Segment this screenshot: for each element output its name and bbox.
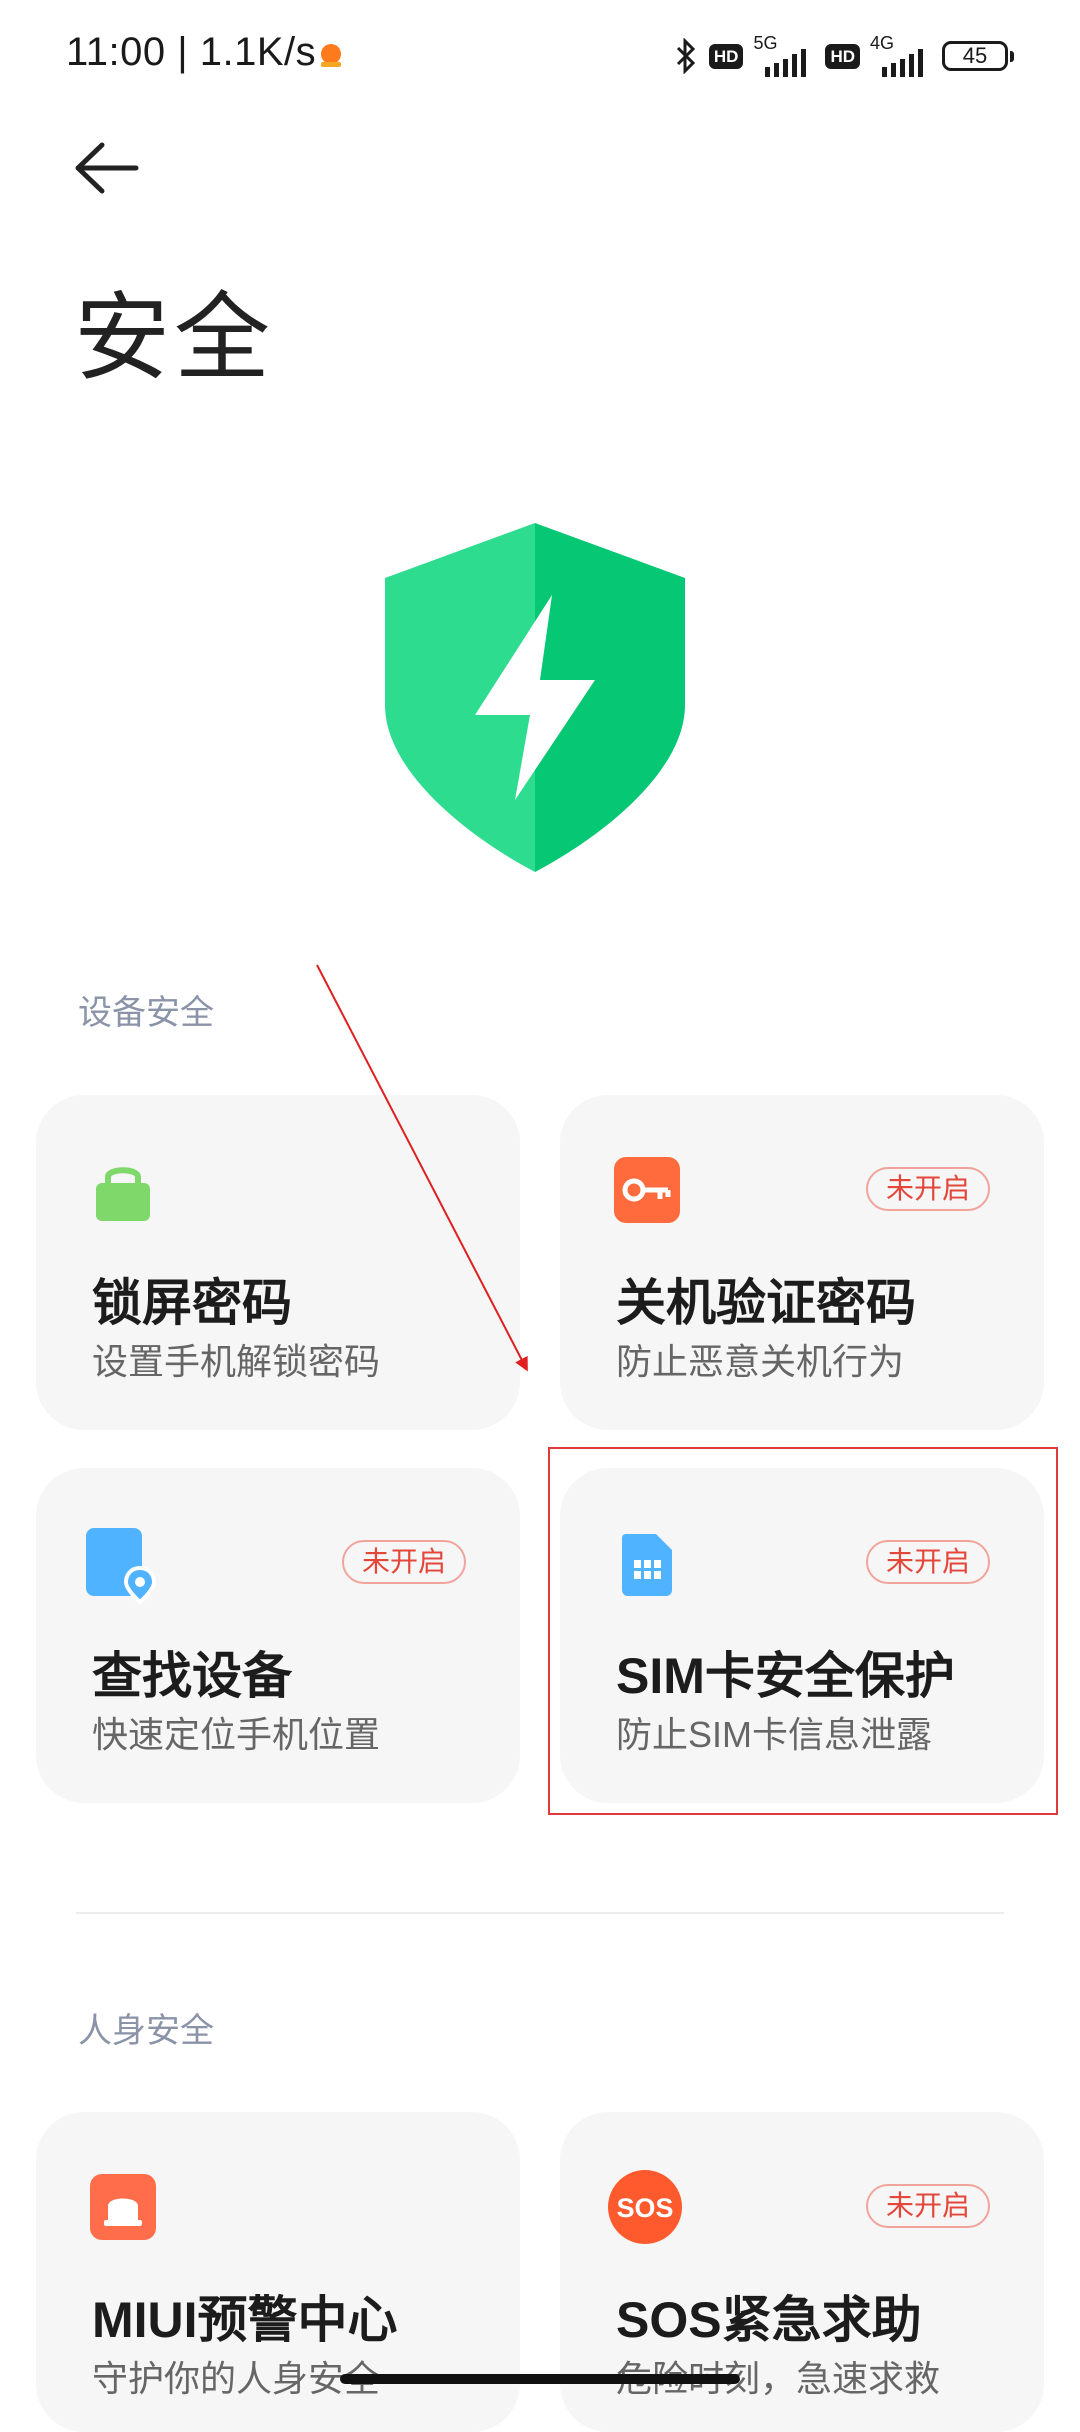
signal-bars-icon: [765, 49, 807, 77]
status-badge: 未开启: [341, 1540, 466, 1584]
card-title: 关机验证密码: [616, 1275, 916, 1331]
card-title: SOS紧急求助: [616, 2292, 922, 2348]
status-badge: 未开启: [865, 2184, 990, 2228]
signal-4g: 4G: [870, 33, 932, 79]
card-shutdown-verification-password[interactable]: 未开启 关机验证密码 防止恶意关机行为: [560, 1095, 1044, 1430]
hd-badge-1: HD: [708, 43, 744, 69]
shield-icon: [385, 523, 685, 872]
alarm-icon: [90, 2174, 156, 2240]
highlight-box: [548, 1447, 1058, 1815]
card-miui-alert-center[interactable]: MIUI预警中心 守护你的人身安全: [36, 2112, 520, 2432]
status-badge: 未开启: [865, 1167, 990, 1211]
status-time: 11:00 | 1.1K/s: [66, 30, 317, 74]
bluetooth-icon: [676, 38, 695, 74]
hd-badge-2: HD: [825, 43, 860, 69]
back-arrow-icon: [75, 142, 139, 194]
card-lock-screen-password[interactable]: 锁屏密码 设置手机解锁密码: [36, 1095, 520, 1430]
card-title: 锁屏密码: [92, 1275, 292, 1331]
signal-5g: 5G: [753, 33, 815, 79]
status-icons: HD 5G HD 4G 45: [673, 28, 1014, 84]
notification-icon: [321, 44, 341, 67]
key-icon: [614, 1157, 680, 1223]
card-find-device[interactable]: 未开启 查找设备 快速定位手机位置: [36, 1468, 520, 1803]
back-button[interactable]: [72, 135, 152, 205]
card-title: 查找设备: [92, 1648, 292, 1704]
card-subtitle: 设置手机解锁密码: [92, 1341, 381, 1382]
battery-indicator: 45: [942, 41, 1014, 71]
home-indicator[interactable]: [340, 2374, 740, 2384]
card-subtitle: 守护你的人身安全: [92, 2358, 381, 2399]
card-title: MIUI预警中心: [92, 2292, 398, 2348]
status-bar: 11:00 | 1.1K/s HD 5G HD 4G 45: [0, 0, 1080, 115]
page-title: 安全: [74, 285, 274, 392]
signal-bars-icon-2: [882, 49, 923, 77]
sos-icon: SOS: [608, 2170, 682, 2244]
card-subtitle: 快速定位手机位置: [92, 1714, 381, 1755]
card-sos-emergency-help[interactable]: SOS 未开启 SOS紧急求助 危险时刻，急速求救: [560, 2112, 1044, 2432]
section-personal-safety-label: 人身安全: [78, 2012, 214, 2050]
section-device-security-label: 设备安全: [78, 994, 214, 1032]
card-subtitle: 防止恶意关机行为: [616, 1341, 905, 1382]
sos-icon-text: SOS: [617, 2193, 674, 2223]
location-icon: [86, 1528, 157, 1604]
lock-icon: [96, 1167, 150, 1221]
section-divider: [76, 1912, 1004, 1914]
